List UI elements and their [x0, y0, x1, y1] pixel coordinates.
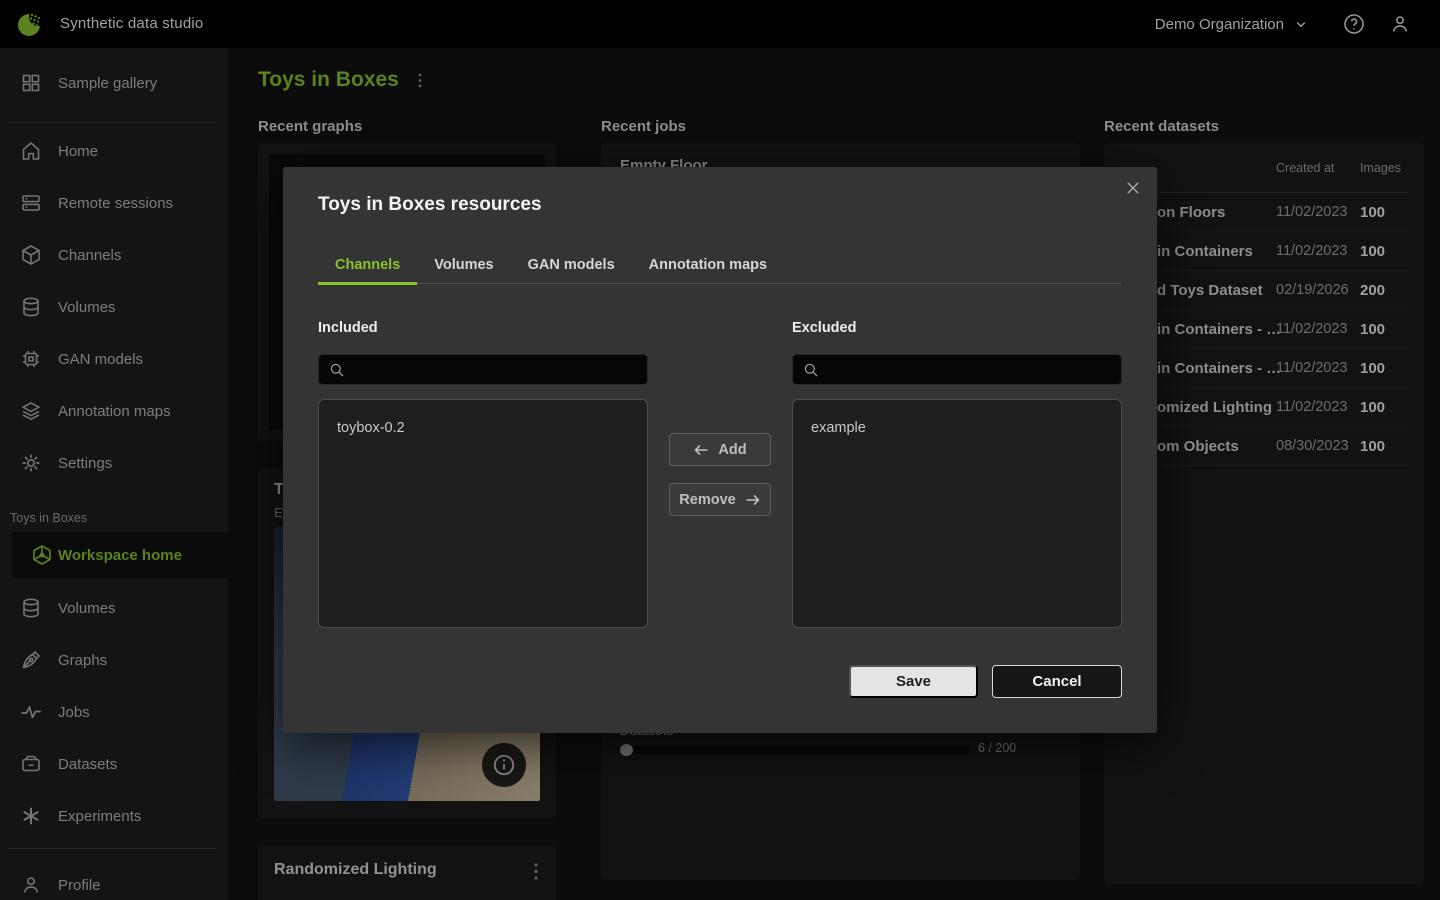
app-root: Synthetic data studio Demo Organization	[0, 0, 1440, 900]
remove-button-label: Remove	[679, 492, 735, 508]
cancel-button[interactable]: Cancel	[992, 665, 1122, 698]
included-search-input[interactable]	[351, 355, 641, 384]
arrow-right-icon	[745, 494, 761, 506]
close-icon[interactable]	[1125, 180, 1141, 196]
add-button-label: Add	[718, 442, 746, 458]
included-label: Included	[318, 320, 378, 336]
tab-channels[interactable]: Channels	[318, 247, 417, 285]
resources-modal: Toys in Boxes resources Channels Volumes…	[283, 167, 1157, 733]
modal-tabs: Channels Volumes GAN models Annotation m…	[318, 247, 1121, 284]
list-item[interactable]: example	[793, 400, 1121, 444]
tab-volumes[interactable]: Volumes	[417, 247, 510, 285]
tab-annotation-maps[interactable]: Annotation maps	[632, 247, 784, 285]
modal-title: Toys in Boxes resources	[318, 194, 542, 216]
included-list: toybox-0.2	[318, 399, 648, 628]
save-button[interactable]: Save	[849, 665, 978, 698]
arrow-left-icon	[693, 444, 709, 456]
list-item[interactable]: toybox-0.2	[319, 400, 647, 444]
included-search	[318, 354, 648, 385]
excluded-search-input[interactable]	[825, 355, 1115, 384]
search-icon	[329, 362, 345, 378]
tab-gan-models[interactable]: GAN models	[511, 247, 632, 285]
search-icon	[803, 362, 819, 378]
excluded-list: example	[792, 399, 1122, 628]
excluded-search	[792, 354, 1122, 385]
remove-button[interactable]: Remove	[669, 483, 771, 516]
add-button[interactable]: Add	[669, 433, 771, 466]
excluded-label: Excluded	[792, 320, 856, 336]
